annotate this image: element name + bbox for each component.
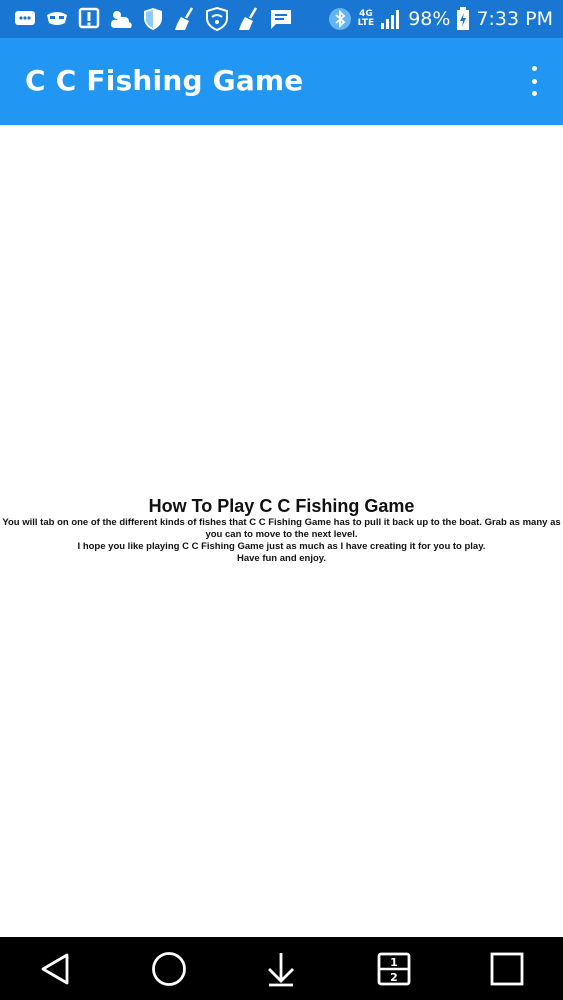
instructions-heading: How To Play C C Fishing Game (148, 496, 415, 516)
battery-percent: 98% (408, 8, 451, 30)
notifications-pull-button[interactable] (251, 937, 311, 1000)
wifi-shield-icon (206, 6, 228, 32)
app-title: C C Fishing Game (25, 64, 304, 97)
instructions-paragraph-2: I hope you like playing C C Fishing Game… (77, 541, 486, 552)
instructions-paragraph-3: Have fun and enjoy. (236, 553, 327, 564)
network-type-lte: LTE (357, 18, 375, 28)
recents-button[interactable] (477, 937, 537, 1000)
chat-message-icon (271, 10, 291, 29)
dual-window-bottom-number: 2 (390, 971, 398, 984)
system-status: 4G LTE 98% 7:33 PM (328, 5, 553, 33)
back-button[interactable] (26, 937, 86, 1000)
weather-cloud-icon (110, 11, 132, 28)
battery-charging-icon (457, 7, 470, 30)
overflow-dot (531, 91, 537, 96)
dual-window-top-number: 1 (390, 956, 398, 969)
home-button[interactable] (139, 937, 199, 1000)
clock: 7:33 PM (476, 8, 553, 30)
status-bar: 4G LTE 98% 7:33 PM (0, 0, 563, 38)
more-vert-icon[interactable] (527, 66, 541, 96)
download-arrow-icon (268, 952, 295, 986)
network-type: 4G LTE (358, 10, 375, 28)
dual-window-button[interactable]: 1 2 (364, 937, 424, 1000)
alert-icon (78, 7, 100, 29)
bluetooth-icon (328, 8, 351, 30)
incognito-mask-icon (47, 12, 67, 25)
notification-icons (12, 5, 294, 33)
message-icon (15, 11, 35, 25)
back-triangle-icon (41, 953, 69, 984)
instructions-paragraph-1: You will tab on one of the different kin… (2, 517, 561, 540)
home-circle-icon (151, 951, 186, 986)
cleaner-broom-icon (175, 7, 194, 30)
recents-square-icon (490, 952, 524, 985)
signal-bars-icon (381, 10, 400, 29)
overflow-dot (531, 66, 537, 71)
dual-window-icon: 1 2 (377, 952, 411, 985)
app-bar: C C Fishing Game (0, 38, 563, 125)
overflow-dot (531, 78, 537, 84)
instructions-content: How To Play C C Fishing Game You will ta… (0, 125, 563, 937)
shield-icon (144, 8, 162, 30)
cleaner-broom-icon-2 (239, 7, 258, 30)
navigation-bar: 1 2 (0, 937, 563, 1000)
